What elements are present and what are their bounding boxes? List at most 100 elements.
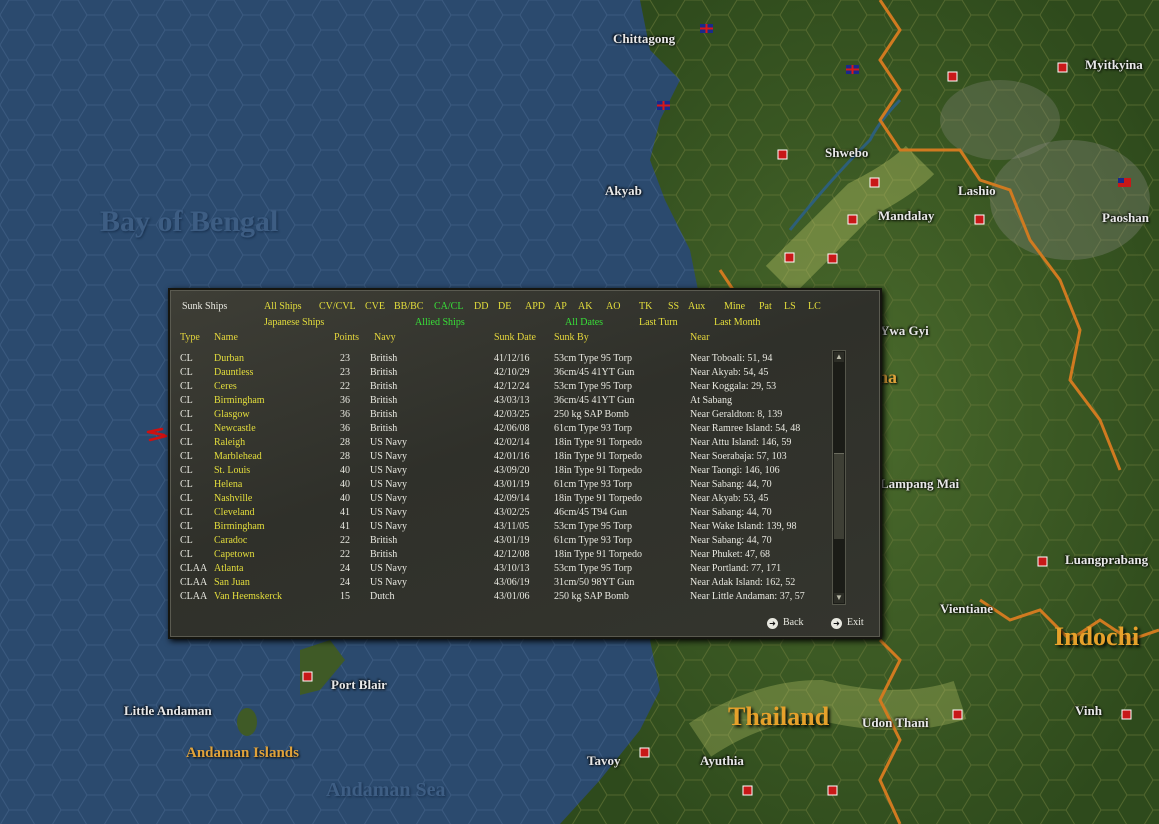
col-header-navy[interactable]: Navy	[374, 332, 396, 343]
table-row[interactable]: CL Ceres 22 British 42/12/24 53cm Type 95 Tor…	[170, 381, 820, 395]
filter-de[interactable]: DE	[498, 301, 511, 312]
filter-last-month[interactable]: Last Month	[714, 317, 760, 328]
table-row[interactable]: CL Helena 40 US Navy 43/01/19 61cm Type 93 To…	[170, 479, 820, 493]
cell-name[interactable]: Glasgow	[214, 409, 250, 420]
col-header-near[interactable]: Near	[690, 332, 709, 343]
cell-name[interactable]: Cleveland	[214, 507, 255, 518]
filter-pat[interactable]: Pat	[759, 301, 772, 312]
filter-japanese-ships[interactable]: Japanese Ships	[264, 317, 324, 328]
cell-type: CL	[180, 353, 193, 364]
cell-name[interactable]: Van Heemskerck	[214, 591, 282, 602]
table-row[interactable]: CL Caradoc 22 British 43/01/19 61cm Type 93 T…	[170, 535, 820, 549]
filter-bb-bc[interactable]: BB/BC	[394, 301, 423, 312]
scroll-up-icon[interactable]: ▲	[834, 352, 844, 362]
cell-navy: US Navy	[370, 577, 407, 588]
table-row[interactable]: CL Capetown 22 British 42/12/08 18in Type 91 …	[170, 549, 820, 563]
filter-mine[interactable]: Mine	[724, 301, 745, 312]
filter-all-dates[interactable]: All Dates	[565, 317, 603, 328]
table-row[interactable]: CL Newcastle 36 British 42/06/08 61cm Type 93…	[170, 423, 820, 437]
cell-navy: British	[370, 409, 398, 420]
cell-name[interactable]: Nashville	[214, 493, 252, 504]
country-label-indochina: Indochi	[1054, 622, 1140, 651]
table-row[interactable]: CL Glasgow 36 British 42/03/25 250 kg SAP Bom…	[170, 409, 820, 423]
filter-apd[interactable]: APD	[525, 301, 545, 312]
filter-cv-cvl[interactable]: CV/CVL	[319, 301, 356, 312]
filter-ao[interactable]: AO	[606, 301, 620, 312]
arrow-right-icon: ➜	[767, 618, 778, 629]
col-header-type[interactable]: Type	[180, 332, 200, 343]
cell-name[interactable]: St. Louis	[214, 465, 250, 476]
cell-navy: Dutch	[370, 591, 395, 602]
cell-navy: US Navy	[370, 479, 407, 490]
table-row[interactable]: CLAA Van Heemskerck 15 Dutch 43/01/06 250 kg …	[170, 591, 820, 605]
cell-name[interactable]: Atlanta	[214, 563, 243, 574]
sea-label-andaman-sea: Andaman Sea	[326, 779, 446, 801]
cell-near: Near Akyab: 53, 45	[690, 493, 769, 504]
cell-type: CL	[180, 395, 193, 406]
cell-near: Near Phuket: 47, 68	[690, 549, 770, 560]
cell-name[interactable]: Birmingham	[214, 395, 265, 406]
filter-ls[interactable]: LS	[784, 301, 796, 312]
table-row[interactable]: CL Birmingham 41 US Navy 43/11/05 53cm Type 9…	[170, 521, 820, 535]
table-row[interactable]: CL St. Louis 40 US Navy 43/09/20 18in Type 91…	[170, 465, 820, 479]
cell-by: 250 kg SAP Bomb	[554, 409, 629, 420]
exit-button[interactable]: ➜ Exit	[831, 617, 864, 629]
cell-name[interactable]: Raleigh	[214, 437, 245, 448]
cell-type: CL	[180, 535, 193, 546]
table-row[interactable]: CL Durban 23 British 41/12/16 53cm Type 95 To…	[170, 353, 820, 367]
filter-tk[interactable]: TK	[639, 301, 652, 312]
table-row[interactable]: CL Marblehead 28 US Navy 42/01/16 18in Type 9…	[170, 451, 820, 465]
cell-name[interactable]: Birmingham	[214, 521, 265, 532]
filter-aux[interactable]: Aux	[688, 301, 705, 312]
cell-name[interactable]: Marblehead	[214, 451, 262, 462]
cell-points: 41	[340, 521, 350, 532]
cell-name[interactable]: San Juan	[214, 577, 250, 588]
cell-name[interactable]: Durban	[214, 353, 244, 364]
filter-ap[interactable]: AP	[554, 301, 567, 312]
filter-dd[interactable]: DD	[474, 301, 488, 312]
cell-name[interactable]: Dauntless	[214, 367, 253, 378]
cell-by: 18in Type 91 Torpedo	[554, 437, 642, 448]
filter-cve[interactable]: CVE	[365, 301, 385, 312]
table-row[interactable]: CLAA San Juan 24 US Navy 43/06/19 31cm/50 98Y…	[170, 577, 820, 591]
cell-points: 36	[340, 395, 350, 406]
col-header-sunk-date[interactable]: Sunk Date	[494, 332, 536, 343]
filter-allied-ships[interactable]: Allied Ships	[415, 317, 465, 328]
filter-all-ships[interactable]: All Ships	[264, 301, 302, 312]
filter-ca-cl[interactable]: CA/CL	[434, 301, 463, 312]
cell-points: 36	[340, 423, 350, 434]
cell-points: 22	[340, 381, 350, 392]
table-row[interactable]: CL Dauntless 23 British 42/10/29 36cm/45 41YT…	[170, 367, 820, 381]
annotation-arrow	[146, 427, 168, 442]
table-row[interactable]: CL Nashville 40 US Navy 42/09/14 18in Type 91…	[170, 493, 820, 507]
table-scrollbar[interactable]: ▲ ▼	[832, 350, 846, 605]
cell-near: Near Toboali: 51, 94	[690, 353, 773, 364]
table-row[interactable]: CL Birmingham 36 British 43/03/13 36cm/45 41Y…	[170, 395, 820, 409]
cell-near: Near Attu Island: 146, 59	[690, 437, 792, 448]
sunk-ships-table: CL Durban 23 British 41/12/16 53cm Type 95 To…	[170, 353, 830, 605]
table-row[interactable]: CL Raleigh 28 US Navy 42/02/14 18in Type 91 T…	[170, 437, 820, 451]
col-header-points[interactable]: Points	[334, 332, 359, 343]
cell-navy: British	[370, 423, 398, 434]
cell-near: Near Sabang: 44, 70	[690, 479, 772, 490]
filter-last-turn[interactable]: Last Turn	[639, 317, 678, 328]
col-header-name[interactable]: Name	[214, 332, 238, 343]
back-button[interactable]: ➜ Back	[767, 617, 804, 629]
cell-name[interactable]: Helena	[214, 479, 242, 490]
filter-lc[interactable]: LC	[808, 301, 821, 312]
filter-ak[interactable]: AK	[578, 301, 592, 312]
scroll-thumb[interactable]	[834, 452, 844, 539]
cell-by: 31cm/50 98YT Gun	[554, 577, 635, 588]
cell-by: 46cm/45 T94 Gun	[554, 507, 628, 518]
cell-near: Near Akyab: 54, 45	[690, 367, 769, 378]
cell-near: Near Geraldton: 8, 139	[690, 409, 783, 420]
cell-name[interactable]: Capetown	[214, 549, 255, 560]
cell-name[interactable]: Caradoc	[214, 535, 247, 546]
table-row[interactable]: CLAA Atlanta 24 US Navy 43/10/13 53cm Type 95…	[170, 563, 820, 577]
col-header-sunk-by[interactable]: Sunk By	[554, 332, 589, 343]
filter-ss[interactable]: SS	[668, 301, 679, 312]
cell-name[interactable]: Ceres	[214, 381, 237, 392]
cell-name[interactable]: Newcastle	[214, 423, 256, 434]
scroll-down-icon[interactable]: ▼	[834, 593, 844, 603]
table-row[interactable]: CL Cleveland 41 US Navy 43/02/25 46cm/45 T94 …	[170, 507, 820, 521]
